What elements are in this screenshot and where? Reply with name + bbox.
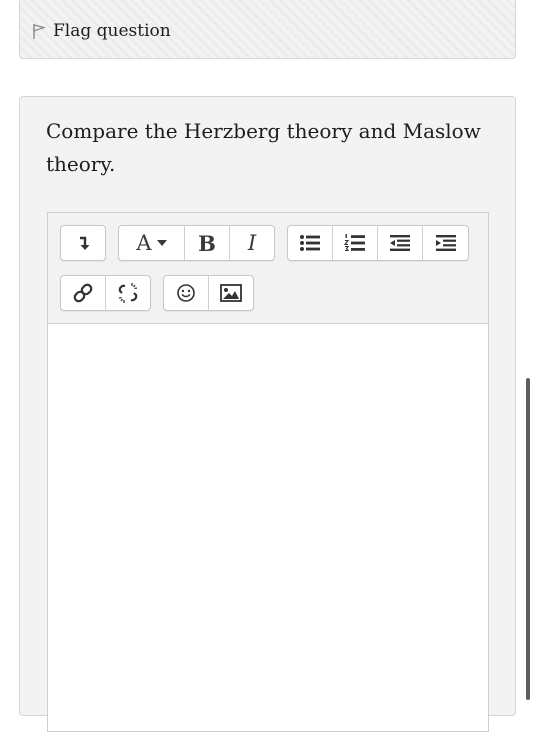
page-scrollbar-thumb[interactable] [526,378,530,700]
italic-label: I [247,231,257,255]
image-button[interactable] [209,276,254,310]
numbered-list-icon [344,233,366,253]
editor-content-area[interactable] [48,324,488,731]
collapse-toolbar-button[interactable] [61,226,105,260]
ordered-list-button[interactable] [333,226,378,260]
outdent-icon [389,234,411,252]
unordered-list-button[interactable] [288,226,333,260]
indent-icon [435,234,457,252]
emoji-button[interactable] [164,276,209,310]
answer-editor: A B I [47,212,489,732]
unlink-button[interactable] [106,276,151,310]
link-icon [72,282,94,304]
arrow-down-icon [76,235,90,251]
toolbar-group-format: A B I [118,225,275,261]
image-icon [219,284,242,302]
flag-question-toggle[interactable]: Flag question [31,21,171,41]
toolbar-group-links [60,275,151,311]
toolbar-group-lists [287,225,469,261]
smiley-icon [176,283,196,303]
editor-toolbar: A B I [48,213,488,324]
flag-question-panel: Flag question [19,0,516,59]
question-panel: Compare the Herzberg theory and Maslow t… [19,96,516,732]
toolbar-group-insert [163,275,254,311]
flag-icon [31,22,47,40]
question-text: Compare the Herzberg theory and Maslow t… [46,119,481,176]
bold-button[interactable]: B [185,226,230,260]
outdent-button[interactable] [378,226,423,260]
link-button[interactable] [61,276,106,310]
toolbar-group-collapse [60,225,106,261]
bold-label: B [198,230,216,256]
indent-button[interactable] [423,226,468,260]
caret-down-icon [156,240,167,246]
flag-question-label[interactable]: Flag question [53,21,171,41]
font-style-label: A [136,231,152,255]
unlink-icon [116,281,140,305]
font-style-button[interactable]: A [119,226,185,260]
bullet-list-icon [299,234,321,252]
italic-button[interactable]: I [230,226,274,260]
